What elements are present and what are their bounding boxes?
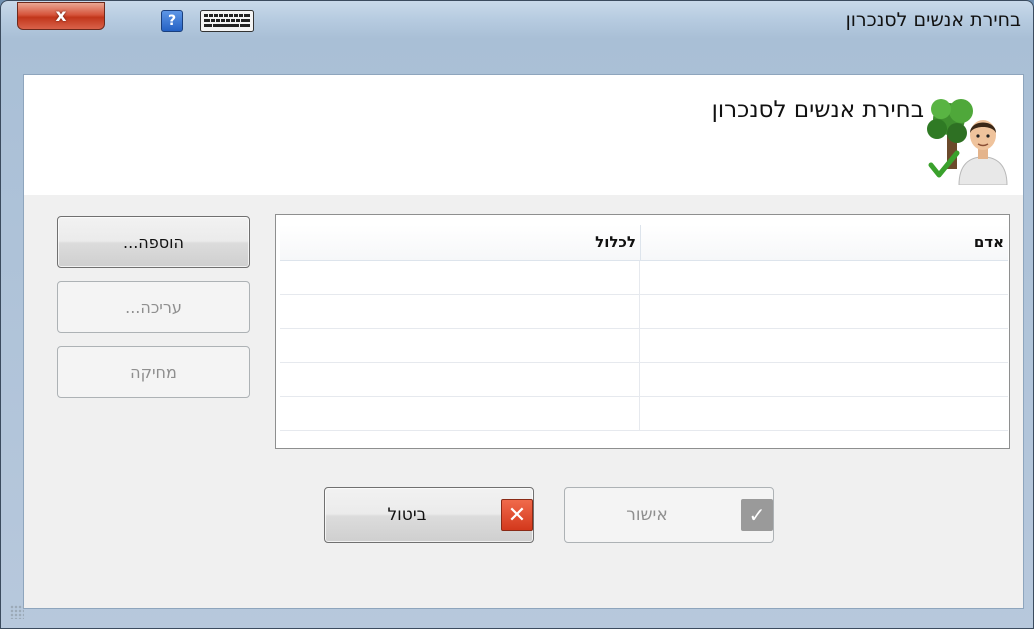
cell-person <box>639 261 1008 294</box>
table-body <box>280 261 1008 431</box>
window-title: בחירת אנשים לסנכרון <box>845 9 1021 31</box>
cell-person <box>639 397 1008 430</box>
cell-include <box>280 397 639 430</box>
cell-person <box>639 295 1008 328</box>
table-row[interactable] <box>280 261 1008 295</box>
cell-include <box>280 261 639 294</box>
column-header-include[interactable]: לכלול <box>280 225 640 260</box>
checkmark-icon: ✓ <box>741 499 773 531</box>
tree-person-check-icon <box>927 89 1009 186</box>
cell-include <box>280 295 639 328</box>
people-table[interactable]: אדם לכלול <box>275 214 1010 449</box>
dialog-header: בחירת אנשים לסנכרון <box>24 75 1023 195</box>
title-bar[interactable]: x ? בחירת אנשים לסנכרון <box>1 1 1033 41</box>
resize-grip-icon[interactable] <box>10 605 24 619</box>
cell-include <box>280 363 639 396</box>
column-header-person[interactable]: אדם <box>640 225 1008 260</box>
cell-include <box>280 329 639 362</box>
help-icon[interactable]: ? <box>161 10 183 32</box>
table-row[interactable] <box>280 363 1008 397</box>
close-button[interactable]: x <box>17 2 105 30</box>
edit-button[interactable]: עריכה... <box>57 281 250 333</box>
table-row[interactable] <box>280 329 1008 363</box>
dialog-client-area: בחירת אנשים לסנכרון אדם לכלול הוספה... ע… <box>23 74 1024 609</box>
add-button[interactable]: הוספה... <box>57 216 250 268</box>
ok-button[interactable]: ✓ אישור <box>564 487 774 543</box>
cancel-button[interactable]: ✕ ביטול <box>324 487 534 543</box>
dialog-window: x ? בחירת אנשים לסנכרון בחירת אנשים לסנכ… <box>0 0 1034 629</box>
ok-button-label: אישור <box>626 505 668 525</box>
delete-button[interactable]: מחיקה <box>57 346 250 398</box>
header-title: בחירת אנשים לסנכרון <box>711 97 924 123</box>
cancel-button-label: ביטול <box>387 505 427 525</box>
table-header: אדם לכלול <box>280 225 1008 261</box>
cell-person <box>639 363 1008 396</box>
table-row[interactable] <box>280 397 1008 431</box>
cancel-x-icon: ✕ <box>501 499 533 531</box>
keyboard-icon[interactable] <box>200 10 254 32</box>
table-row[interactable] <box>280 295 1008 329</box>
cell-person <box>639 329 1008 362</box>
